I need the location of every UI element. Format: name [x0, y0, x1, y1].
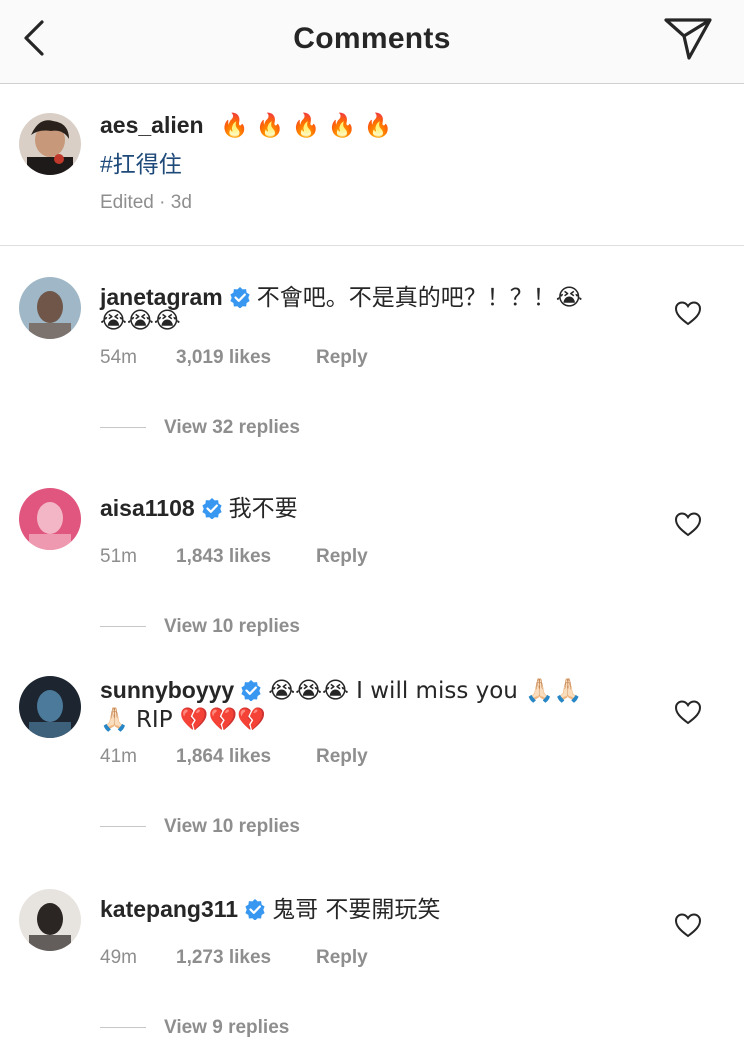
avatar[interactable]: [19, 113, 81, 175]
comment-text-continued: 😭😭😭: [100, 308, 181, 334]
view-replies-label[interactable]: View 10 replies: [164, 616, 300, 637]
reply-button[interactable]: Reply: [316, 947, 368, 969]
view-replies-label[interactable]: View 9 replies: [164, 1017, 289, 1038]
replies-divider: [100, 826, 146, 828]
reply-button[interactable]: Reply: [316, 546, 368, 568]
verified-badge-icon: [241, 680, 261, 701]
comment-time: 49m: [100, 947, 137, 968]
comment-username[interactable]: katepang311: [100, 896, 238, 922]
verified-badge-icon: [202, 498, 222, 519]
like-heart-icon[interactable]: [674, 300, 702, 326]
comment-text: 鬼哥 不要開玩笑: [272, 897, 441, 923]
view-replies-link[interactable]: View 9 replies: [100, 1017, 289, 1039]
avatar[interactable]: [19, 488, 81, 550]
reply-button[interactable]: Reply: [316, 746, 368, 768]
avatar[interactable]: [19, 676, 81, 738]
verified-badge-icon: [245, 899, 265, 920]
reply-button[interactable]: Reply: [316, 347, 368, 369]
replies-divider: [100, 427, 146, 429]
replies-divider: [100, 626, 146, 628]
caption-hashtag[interactable]: #扛得住: [100, 151, 182, 177]
view-replies-link[interactable]: View 10 replies: [100, 616, 300, 638]
comment-text: 不會吧。不是真的吧？！？！😭: [256, 285, 583, 311]
comment-likes[interactable]: 1,273 likes: [176, 947, 271, 969]
header-bar: Comments: [0, 0, 744, 84]
avatar[interactable]: [19, 277, 81, 339]
post-caption: aes_alien 🔥 🔥 🔥 🔥 🔥 #扛得住 Edited · 3d: [0, 84, 744, 246]
view-replies-label[interactable]: View 10 replies: [164, 816, 300, 837]
caption-emoji: 🔥 🔥 🔥 🔥 🔥: [219, 113, 393, 139]
comment-text: 我不要: [228, 496, 298, 522]
avatar[interactable]: [19, 889, 81, 951]
comment-time: 51m: [100, 546, 137, 567]
like-heart-icon[interactable]: [674, 912, 702, 938]
like-heart-icon[interactable]: [674, 699, 702, 725]
caption-meta: Edited · 3d: [100, 192, 192, 213]
page-title: Comments: [293, 22, 451, 55]
comment-text: 😭😭😭 I will miss you 🙏🏻🙏🏻: [268, 678, 583, 704]
comment-likes[interactable]: 1,864 likes: [176, 746, 271, 768]
caption-username[interactable]: aes_alien: [100, 112, 204, 138]
like-heart-icon[interactable]: [674, 511, 702, 537]
verified-badge-icon: [230, 287, 250, 308]
comment-text-continued: 🙏🏻 RIP 💔💔💔: [100, 707, 266, 733]
view-replies-link[interactable]: View 32 replies: [100, 417, 300, 439]
comment-time: 54m: [100, 347, 137, 368]
comment-likes[interactable]: 1,843 likes: [176, 546, 271, 568]
view-replies-label[interactable]: View 32 replies: [164, 417, 300, 438]
direct-send-icon[interactable]: [662, 14, 714, 62]
comment-username[interactable]: aisa1108: [100, 495, 195, 521]
comment-time: 41m: [100, 746, 137, 767]
replies-divider: [100, 1027, 146, 1029]
comment-likes[interactable]: 3,019 likes: [176, 347, 271, 369]
view-replies-link[interactable]: View 10 replies: [100, 816, 300, 838]
comment-username[interactable]: sunnyboyyy: [100, 677, 234, 703]
